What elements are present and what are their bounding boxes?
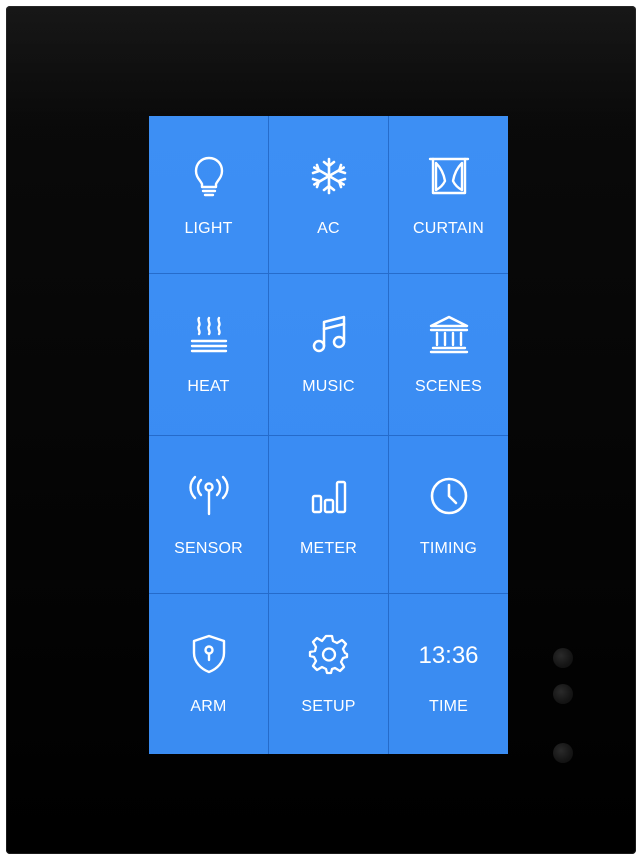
shield-lock-icon (187, 632, 231, 676)
tile-timing[interactable]: TIMING (389, 436, 508, 594)
tile-arm[interactable]: ARM (149, 594, 269, 754)
tile-setup-label: SETUP (301, 698, 356, 715)
tile-meter[interactable]: METER (269, 436, 389, 594)
indicator-led-2 (553, 684, 573, 704)
tile-time[interactable]: 13:36 TIME (389, 594, 508, 754)
tile-ac-label: AC (317, 220, 340, 237)
touch-screen: LIGHT AC CURTAIN HEAT MUSIC SCENES SENSO… (149, 116, 508, 754)
building-columns-icon (427, 312, 471, 356)
time-display: 13:36 (418, 642, 479, 669)
tile-heat-label: HEAT (187, 378, 230, 395)
tile-time-label: TIME (428, 698, 469, 715)
curtain-icon (427, 154, 471, 198)
sensor-antenna-icon (187, 474, 231, 518)
tile-meter-label: METER (300, 540, 357, 557)
tile-arm-label: ARM (190, 698, 227, 715)
music-note-icon (307, 312, 351, 356)
tile-timing-label: TIMING (419, 540, 478, 557)
tile-sensor[interactable]: SENSOR (149, 436, 269, 594)
tile-light-label: LIGHT (184, 220, 233, 237)
bar-meter-icon (307, 474, 351, 518)
tile-music[interactable]: MUSIC (269, 274, 389, 436)
light-bulb-icon (187, 154, 231, 198)
tile-setup[interactable]: SETUP (269, 594, 389, 754)
snowflake-icon (307, 154, 351, 198)
tile-curtain-label: CURTAIN (412, 220, 485, 237)
tile-heat[interactable]: HEAT (149, 274, 269, 436)
gear-icon (307, 632, 351, 676)
indicator-led-1 (553, 648, 573, 668)
tile-music-label: MUSIC (302, 378, 355, 395)
tile-sensor-label: SENSOR (174, 540, 243, 557)
tile-curtain[interactable]: CURTAIN (389, 116, 508, 274)
clock-icon (427, 474, 471, 518)
tile-scenes[interactable]: SCENES (389, 274, 508, 436)
tile-scenes-label: SCENES (415, 378, 482, 395)
tile-light[interactable]: LIGHT (149, 116, 269, 274)
floor-heating-icon (187, 312, 231, 356)
tile-ac[interactable]: AC (269, 116, 389, 274)
indicator-led-3 (553, 743, 573, 763)
